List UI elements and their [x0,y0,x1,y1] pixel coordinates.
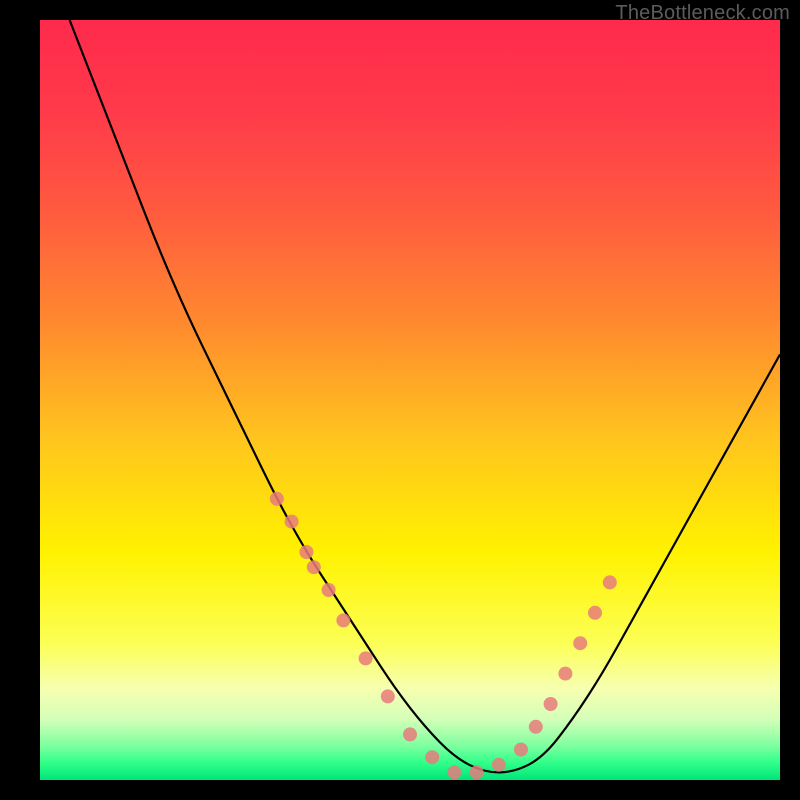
highlight-dot [322,583,336,597]
chart-frame: TheBottleneck.com [0,0,800,800]
curve-layer [40,20,780,780]
highlight-dot [529,720,543,734]
highlight-dot [573,636,587,650]
highlight-dot [299,545,313,559]
highlight-dot [588,606,602,620]
plot-area [40,20,780,780]
highlight-dot [544,697,558,711]
highlight-dot [603,575,617,589]
highlight-dot [285,515,299,529]
bottleneck-curve [70,20,780,772]
highlight-dot [492,758,506,772]
highlight-dot [270,492,284,506]
highlight-dot [514,743,528,757]
highlight-dot [359,651,373,665]
highlight-dot [336,613,350,627]
highlight-dot [307,560,321,574]
highlight-dot [381,689,395,703]
watermark-text: TheBottleneck.com [615,2,790,25]
highlight-dot [425,750,439,764]
highlight-dot [447,765,461,779]
highlight-dot [470,765,484,779]
highlight-dot [558,667,572,681]
highlight-dots [270,492,617,780]
highlight-dot [403,727,417,741]
